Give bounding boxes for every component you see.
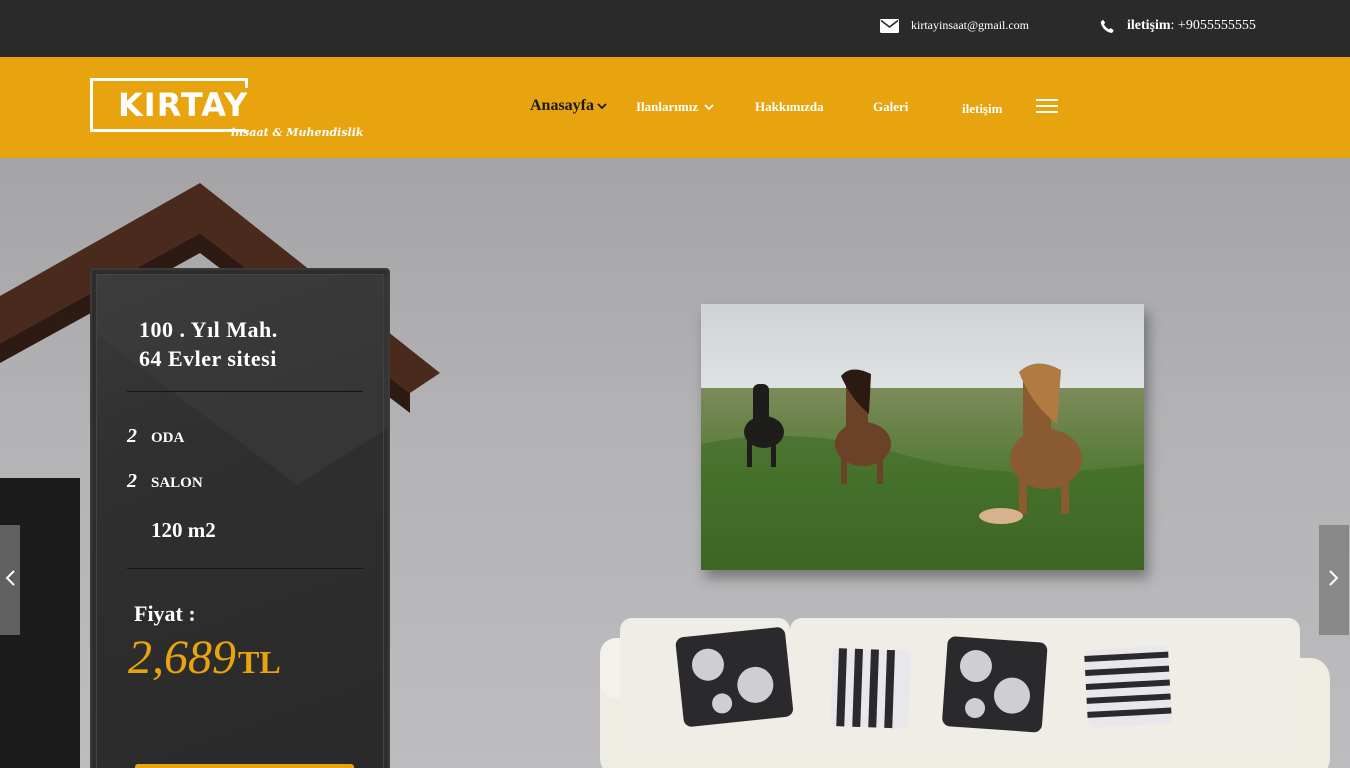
main-header: KIRTAY insaat & Muhendislik Anasayfa Ila… [0, 57, 1350, 158]
divider [127, 568, 363, 569]
nav-item-label: Anasayfa [530, 97, 595, 114]
phone-icon [1100, 19, 1115, 34]
listing-card-inner: 100 . Yıl Mah. 64 Evler sitesi 2 ODA 2 S… [96, 274, 388, 768]
rooms-label: ODA [151, 430, 185, 446]
price: 2,689 TL [128, 630, 281, 685]
chevron-down-icon [597, 102, 607, 110]
phone-label: iletişim [1127, 18, 1171, 33]
hero-slider: 100 . Yıl Mah. 64 Evler sitesi 2 ODA 2 S… [0, 158, 1350, 768]
chevron-right-icon [1328, 569, 1340, 592]
price-currency: TL [238, 644, 281, 680]
area-value: 120 m2 [151, 518, 216, 542]
sofa-image [600, 618, 1330, 768]
rooms-feature: 2 ODA [127, 425, 184, 448]
nav-item-ilanlarimiz[interactable]: Ilanlarımız [636, 99, 714, 115]
rooms-count: 2 [127, 425, 137, 447]
salon-count: 2 [127, 470, 137, 492]
nav-item-label: iletişim [962, 101, 1003, 116]
card-facet-decoration [97, 275, 388, 485]
nav-item-label: Galeri [873, 99, 909, 114]
slider-next-button[interactable] [1319, 525, 1349, 635]
nav-item-label: Ilanlarımız [636, 99, 699, 114]
address-line-1: 100 . Yıl Mah. [139, 317, 278, 342]
address-line-2: 64 Evler sitesi [139, 346, 277, 371]
chevron-left-icon [4, 569, 16, 592]
top-bar: kirtayinsaat@gmail.com iletişim : +90555… [0, 0, 1350, 57]
divider [127, 391, 363, 392]
price-value: 2,689 [128, 631, 236, 684]
phone-contact[interactable]: iletişim : +9055555555 [1100, 18, 1256, 34]
nav-item-label: Hakkımızda [755, 99, 824, 114]
price-label: Fiyat : [134, 601, 196, 626]
salon-label: SALON [151, 475, 203, 491]
listing-card: 100 . Yıl Mah. 64 Evler sitesi 2 ODA 2 S… [90, 268, 390, 768]
nav-item-iletisim[interactable]: iletişim [962, 101, 1002, 117]
envelope-icon [880, 18, 899, 33]
chevron-down-icon [704, 103, 714, 111]
nav-item-hakkimizda[interactable]: Hakkımızda [755, 99, 824, 115]
main-nav: Anasayfa Ilanlarımız Hakkımızda Galeri i… [0, 57, 1350, 158]
salon-feature: 2 SALON [127, 470, 203, 493]
email-contact[interactable]: kirtayinsaat@gmail.com [880, 18, 1029, 33]
horse-painting-image [701, 304, 1144, 570]
nav-item-galeri[interactable]: Galeri [873, 99, 908, 115]
floral-pillow [675, 627, 794, 727]
slider-prev-button[interactable] [0, 525, 20, 635]
email-text[interactable]: kirtayinsaat@gmail.com [911, 18, 1029, 33]
hamburger-icon[interactable] [1036, 99, 1058, 115]
nav-item-anasayfa[interactable]: Anasayfa [530, 97, 607, 115]
listing-detail-button[interactable] [135, 764, 354, 768]
area-feature: 120 m2 [127, 518, 216, 543]
phone-number[interactable]: : +9055555555 [1171, 18, 1256, 34]
listing-address[interactable]: 100 . Yıl Mah. 64 Evler sitesi [139, 315, 278, 373]
